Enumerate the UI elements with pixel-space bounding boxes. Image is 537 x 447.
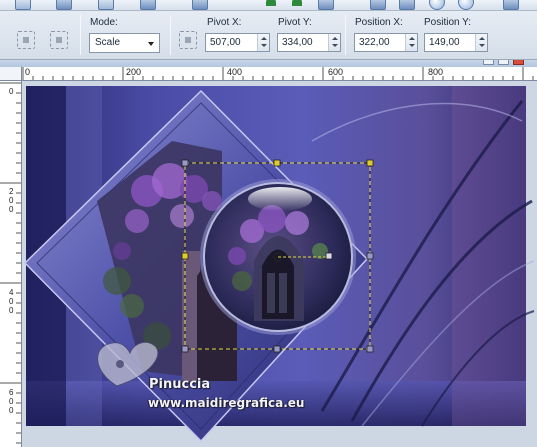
pivot-x-value: 507,00 [210,37,241,48]
position-x-field[interactable]: 322,00 [354,33,418,52]
maximize-icon[interactable] [498,60,509,65]
redo-icon[interactable] [290,0,306,10]
top-toolbar [0,0,537,11]
pivot-x-label: Pivot X: [207,17,242,28]
position-x-stepper[interactable] [405,34,417,51]
pivot-y-stepper[interactable] [328,34,340,51]
logo-face [116,360,124,368]
ruler-label: 200 [126,67,142,77]
position-y-label: Position Y: [424,17,472,28]
chevron-down-icon [148,42,154,46]
browse-icon[interactable] [140,0,156,10]
toolbar-separator [80,15,81,55]
watermark-name: Pinuccia [149,377,211,392]
handle-bottom-right[interactable] [366,345,374,353]
position-x-label: Position X: [355,17,403,28]
mode-label: Mode: [90,17,118,28]
position-x-value: 322,00 [359,37,390,48]
handle-top-right[interactable] [366,159,374,167]
ruler-label: 0 [9,87,14,96]
fit-window-icon[interactable] [399,0,415,10]
sphere-highlight [248,187,312,211]
ruler-label: 200 [9,187,14,214]
document-window: 0 200 400 600 800 0 200 400 600 Pinuccia… [0,60,537,447]
print-icon[interactable] [98,0,114,10]
vertical-ruler: 0 200 400 600 [0,81,22,447]
handle-bottom-left[interactable] [181,345,189,353]
handle-right[interactable] [366,252,374,260]
pivot-center-icon[interactable] [179,31,197,49]
canvas-image[interactable] [22,81,537,447]
ruler-label: 400 [9,288,14,315]
reset-icon[interactable] [17,31,35,49]
cut-icon[interactable] [192,0,208,10]
pivot-x-stepper[interactable] [257,34,269,51]
position-y-field[interactable]: 149,00 [424,33,488,52]
handle-left[interactable] [181,252,189,260]
watermark-url: www.maidiregrafica.eu [148,396,305,410]
zoom-in-icon[interactable] [429,0,445,10]
toolbar-separator [170,15,171,55]
close-icon[interactable] [513,60,524,65]
tool-options-bar: Mode: Scale Pivot X: 507,00 Pivot Y: 334… [0,11,537,60]
zoom-out-icon[interactable] [458,0,474,10]
pivot-x-field[interactable]: 507,00 [205,33,270,52]
new-file-icon[interactable] [15,0,31,10]
ruler-label: 0 [25,67,31,77]
layers-icon[interactable] [370,0,386,10]
handle-top-left[interactable] [181,159,189,167]
rotation-handle[interactable] [325,252,333,260]
pivot-y-label: Pivot Y: [278,17,312,28]
save-icon[interactable] [56,0,72,10]
handle-bottom[interactable] [273,345,281,353]
position-y-stepper[interactable] [475,34,487,51]
toolbar-separator [345,15,346,55]
horizontal-ruler: 0 200 400 600 800 [22,67,537,81]
position-y-value: 149,00 [429,37,460,48]
canvas-area[interactable]: Pinuccia www.maidiregrafica.eu [22,81,537,447]
history-icon[interactable] [318,0,334,10]
ruler-label: 800 [428,67,444,77]
minimize-icon[interactable] [483,60,494,65]
right-panel [452,86,526,426]
document-title-bar[interactable] [0,60,537,67]
mode-dropdown[interactable]: Scale [89,33,160,53]
overview-icon[interactable] [503,0,519,10]
ruler-label: 600 [9,388,14,415]
ruler-ticks [22,67,534,80]
ruler-label: 600 [328,67,344,77]
ruler-corner [0,67,22,81]
mode-value: Scale [95,37,121,48]
pivot-y-field[interactable]: 334,00 [277,33,341,52]
free-transform-icon[interactable] [50,31,68,49]
undo-icon[interactable] [264,0,280,10]
ruler-label: 400 [227,67,243,77]
pivot-y-value: 334,00 [282,37,313,48]
handle-top[interactable] [273,159,281,167]
